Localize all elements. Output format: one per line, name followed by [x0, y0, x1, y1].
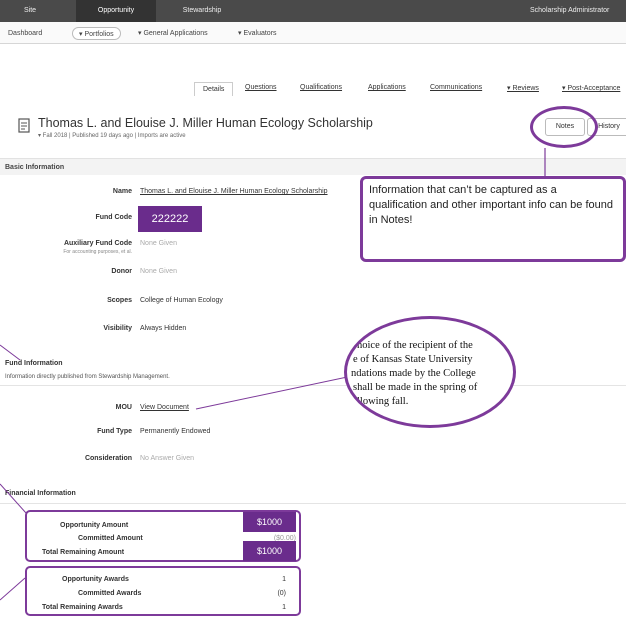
mou-quote-line-5: llowing fall. — [357, 396, 409, 407]
mou-quote-line-1: hoice of the recipient of the — [357, 340, 473, 351]
mou-quote-oval: hoice of the recipient of the e of Kansa… — [344, 316, 516, 428]
mou-quote-line-3: ndations made by the College — [351, 368, 476, 379]
mou-quote-line-2: e of Kansas State University — [353, 354, 473, 365]
notes-callout-text: Information that can’t be captured as a … — [369, 184, 613, 226]
annotation-lines — [0, 148, 546, 601]
notes-callout: Information that can’t be captured as a … — [360, 176, 626, 262]
mou-quote-line-4: shall be made in the spring of — [353, 382, 478, 393]
